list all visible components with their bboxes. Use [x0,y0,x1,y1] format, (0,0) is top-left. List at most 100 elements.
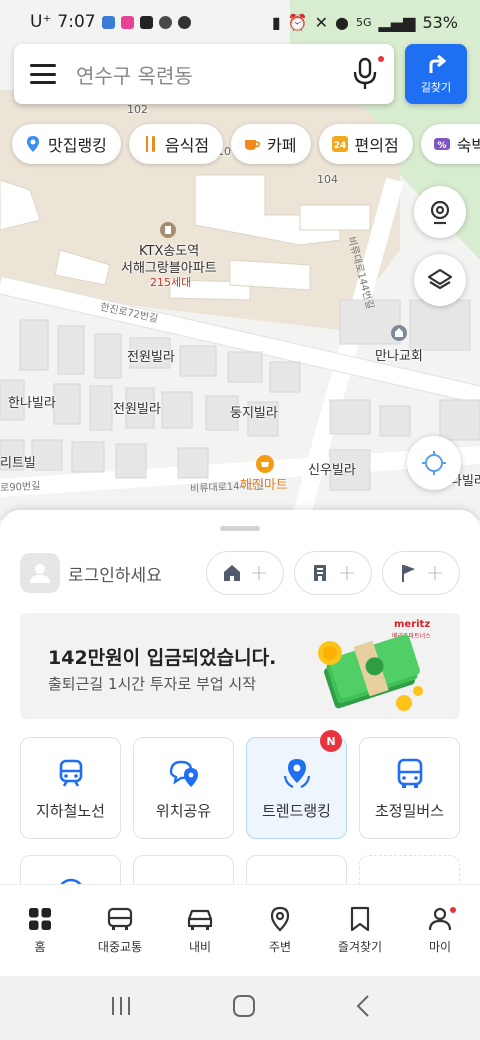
flag-icon [401,565,415,582]
hamburger-menu-icon[interactable] [30,64,56,84]
ad-title: 142만원이 입금되었습니다. [48,647,277,669]
carrier-label: U⁺ [30,12,52,32]
add-icon: + [249,560,269,586]
microphone-icon[interactable] [352,56,384,91]
notification-dot [450,907,456,913]
battery-percent: 53% [422,12,458,32]
status-bar: U⁺ 7:07 ▮ ⏰ ✕ ● 5G ▂▄▆ 53% [0,0,480,44]
back-button[interactable] [355,994,371,1022]
villa-label[interactable]: 신우빌라 [308,459,356,478]
directions-button[interactable]: 길찾기 [405,44,467,104]
category-chips: 맛집랭킹 음식점 카페 24 편의점 % 숙박 [12,124,480,164]
cctv-button[interactable] [414,186,466,238]
nav-public-transit[interactable]: 대중교통 [80,885,160,976]
recent-apps-button[interactable] [109,995,133,1021]
chip-label: 숙박 [456,136,480,155]
flag-shortcut-button[interactable]: + [382,551,460,595]
system-navigation-bar [0,976,480,1040]
trend-ranking-tile[interactable]: N 트렌드랭킹 [246,730,347,839]
office-shortcut-button[interactable]: + [294,551,372,595]
bottom-navigation: 홈 대중교통 내비 주변 즐겨찾기 마이 [0,884,480,976]
map-layers-button[interactable] [414,254,466,306]
tile-label: 지하철노선 [35,801,105,820]
bus-front-icon [107,907,133,930]
new-badge: N [320,730,342,752]
villa-label[interactable]: 리트빌 [0,452,36,471]
road-label: 로90번길 [0,480,41,495]
chip-lodging[interactable]: % 숙박 [420,124,480,164]
mute-icon: ✕ [314,12,329,32]
person-icon [30,564,50,583]
nav-my[interactable]: 마이 [400,885,480,976]
app-icon [158,15,172,29]
church-label[interactable]: 만나교회 [375,345,423,364]
nav-label: 대중교통 [97,940,143,954]
chip-restaurants[interactable]: 음식점 [128,124,224,164]
building-number-label: 102 [127,103,148,116]
notification-icon [120,15,134,29]
cctv-icon [430,200,450,225]
avatar[interactable] [20,553,60,593]
search-input[interactable]: 연수구 옥련동 [76,60,352,89]
utensils-icon [141,135,159,153]
percent-tag-icon: % [433,135,451,153]
home-button[interactable] [232,994,256,1022]
network-type: 5G [355,15,372,29]
subway-map-tile[interactable]: 지하철노선 [20,737,121,839]
precision-bus-tile[interactable]: 초정밀버스 [359,737,460,839]
nav-label: 즐겨찾기 [337,940,383,954]
quick-menu-grid: 지하철노선 위치공유 N 트렌드랭킹 초정밀버스 [20,730,460,890]
crosshair-icon [422,451,446,475]
recent-apps-icon [112,997,131,1015]
trend-ranking-icon [280,756,314,790]
chip-convenience-store[interactable]: 24 편의점 [318,124,413,164]
building-number-label: 104 [317,173,338,186]
home-icon [223,565,240,581]
chip-label: 맛집랭킹 [48,136,107,155]
villa-label[interactable]: 한나빌라 [8,392,56,411]
bookmark-icon [350,906,370,932]
bottom-sheet[interactable]: 로그인하세요 + + + 142만원이 입금되었습니다. 출퇴근길 1시간 투자… [0,510,480,890]
clock: 7:07 [57,12,96,32]
nav-home[interactable]: 홈 [0,885,80,976]
church-icon [391,325,407,341]
mart-icon[interactable] [256,455,274,473]
subway-icon [54,756,88,790]
location-fire-icon [24,135,42,153]
home-square-icon [232,995,255,1017]
home-shortcut-button[interactable]: + [206,551,284,595]
directions-label: 길찾기 [420,81,452,94]
add-icon: + [425,560,445,586]
apartment-icon [160,222,176,238]
chip-label: 카페 [267,136,297,155]
villa-label[interactable]: 전원빌라 [127,346,175,365]
location-share-tile[interactable]: 위치공유 [133,737,234,839]
svg-text:24: 24 [333,141,346,151]
nav-favorites[interactable]: 즐겨찾기 [320,885,400,976]
tile-label: 초정밀버스 [374,801,444,820]
24-hour-icon: 24 [331,135,349,153]
chip-restaurant-ranking[interactable]: 맛집랭킹 [12,124,121,164]
home-grid-icon [29,908,51,930]
location-icon: ● [335,12,349,32]
sheet-drag-handle[interactable] [220,526,260,531]
youtube-icon [139,15,153,29]
villa-label[interactable]: 둥지빌라 [230,402,278,421]
chip-cafe[interactable]: 카페 [231,124,311,164]
mic-alert-dot [378,56,384,62]
apartment-units: 215세대 [150,276,192,289]
signal-icon: ▂▄▆ [378,12,416,32]
mart-label[interactable]: 해진마트 [240,474,288,493]
nav-label: 내비 [188,940,212,954]
current-location-button[interactable] [407,436,461,490]
nav-label: 마이 [428,940,452,954]
login-prompt[interactable]: 로그인하세요 [68,561,196,586]
battery-saver-icon: ▮ [271,12,281,32]
svg-text:%: % [437,141,446,151]
villa-label[interactable]: 전원빌라 [113,398,161,417]
nav-navigation[interactable]: 내비 [160,885,240,976]
search-bar[interactable]: 연수구 옥련동 [14,44,394,104]
layers-icon [427,268,453,290]
ad-banner[interactable]: 142만원이 입금되었습니다. 출퇴근길 1시간 투자로 부업 시작 merit… [20,613,460,719]
nav-nearby[interactable]: 주변 [240,885,320,976]
